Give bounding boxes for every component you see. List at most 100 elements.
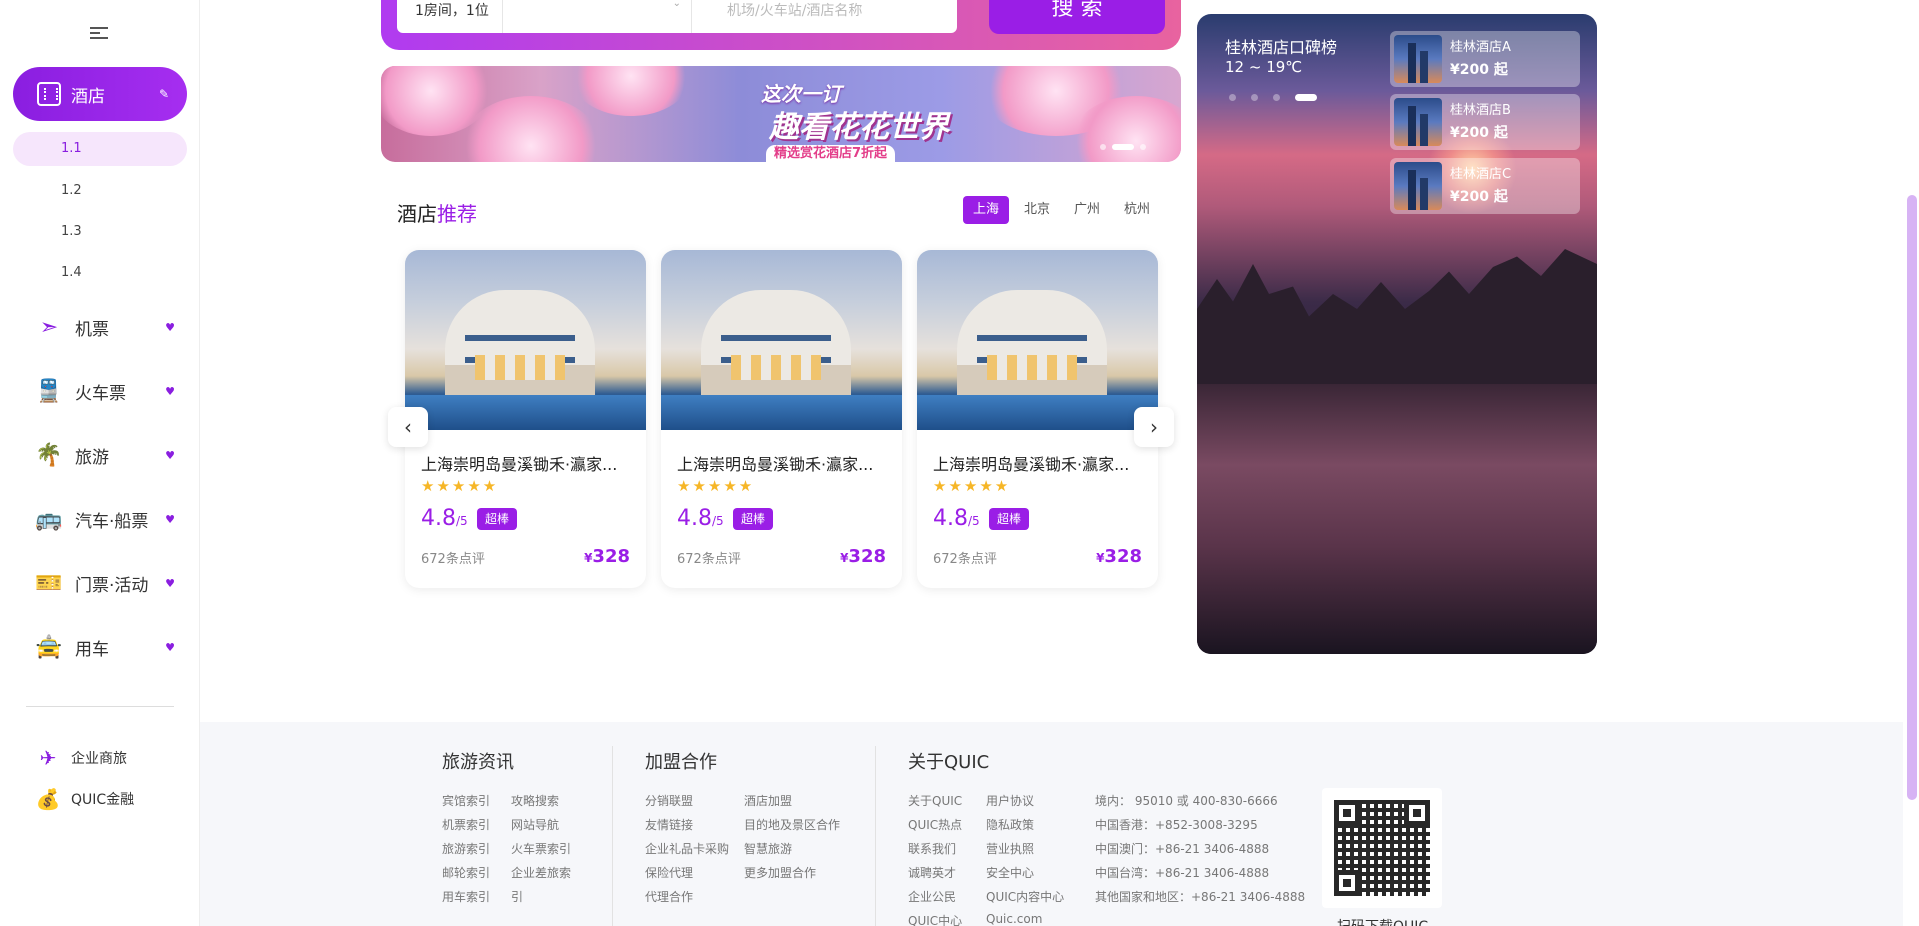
footer-link[interactable]: 酒店加盟: [744, 792, 792, 809]
sidebar-item-flight[interactable]: ➣ 机票 ♥: [35, 307, 175, 347]
hotel-photo: [405, 250, 646, 430]
sidebar: 酒店 ✎ 1.1 1.2 1.3 1.4 ➣ 机票 ♥ 🚆 火车票 ♥ 🌴 旅游…: [0, 0, 200, 926]
footer-link[interactable]: 隐私政策: [986, 816, 1034, 833]
sidebar-item-label: 企业商旅: [71, 751, 127, 767]
chevron-left-icon: ‹: [404, 415, 412, 439]
footer-link[interactable]: QUIC内容中心: [986, 888, 1064, 905]
footer-link[interactable]: 营业执照: [986, 840, 1034, 857]
heart-icon: ♥: [165, 384, 175, 398]
pagination-dot[interactable]: [1100, 144, 1106, 150]
scrollbar-thumb[interactable]: [1907, 195, 1917, 800]
sidebar-item-hotel[interactable]: 酒店 ✎: [13, 67, 187, 121]
carousel-prev-button[interactable]: ‹: [388, 407, 428, 447]
footer-link[interactable]: 网站导航: [511, 816, 559, 833]
footer-link[interactable]: 火车票索引: [511, 840, 571, 857]
ranking-hotel-name: 桂林酒店A: [1450, 40, 1511, 55]
menu-toggle-icon[interactable]: [90, 24, 108, 40]
footer-link[interactable]: 目的地及景区合作: [744, 816, 840, 833]
footer-link[interactable]: QUIC中心: [908, 912, 962, 926]
footer-link[interactable]: 邮轮索引: [442, 864, 490, 881]
chevron-right-icon: ›: [1150, 415, 1158, 439]
sidebar-subitem-1-3[interactable]: 1.3: [13, 215, 187, 249]
footer-link[interactable]: 保险代理: [645, 864, 693, 881]
footer: 旅游资讯 宾馆索引 攻略搜索 机票索引 网站导航 旅游索引 火车票索引 邮轮索引…: [200, 722, 1903, 926]
room-selector[interactable]: ⌄: [502, 0, 692, 33]
hotel-card[interactable]: 上海崇明岛曼溪锄禾·瀛家... ★★★★★ 4.8/5 超棒 672条点评 ¥3…: [917, 250, 1158, 588]
footer-link[interactable]: 用车索引: [442, 888, 490, 905]
pin-icon: ✎: [158, 87, 169, 101]
sidebar-subitem-1-4[interactable]: 1.4: [13, 256, 187, 290]
score-value: 4.8: [933, 506, 968, 531]
qr-caption: 扫码下载QUIC: [1337, 916, 1428, 926]
chevron-down-icon: ⌄: [672, 0, 681, 9]
sidebar-item-travel[interactable]: 🌴 旅游 ♥: [35, 435, 175, 475]
ranking-panel[interactable]: 桂林酒店口碑榜 12 ~ 19℃ 桂林酒店A ¥200 起 桂林酒店B ¥200 起…: [1197, 14, 1597, 654]
pagination-dot[interactable]: [1251, 94, 1258, 101]
footer-link[interactable]: 安全中心: [986, 864, 1034, 881]
pagination-dot[interactable]: [1140, 144, 1146, 150]
city-tab-shanghai[interactable]: 上海: [963, 196, 1010, 224]
banner-tag: 精选赏花酒店7折起: [766, 145, 896, 162]
pagination-dot[interactable]: [1229, 94, 1236, 101]
sidebar-item-finance[interactable]: 💰 QUIC金融: [35, 784, 135, 814]
footer-link[interactable]: Quic.com: [986, 912, 1042, 926]
hotel-score: 4.8/5: [933, 506, 980, 531]
hotel-name: 上海崇明岛曼溪锄禾·瀛家...: [677, 455, 874, 474]
city-tab-hangzhou[interactable]: 杭州: [1124, 196, 1150, 224]
footer-link[interactable]: 旅游索引: [442, 840, 490, 857]
footer-link[interactable]: 智慧旅游: [744, 840, 792, 857]
city-tab-guangzhou[interactable]: 广州: [1074, 196, 1100, 224]
hotel-icon: [37, 82, 61, 106]
pagination-dot-active[interactable]: [1112, 144, 1134, 150]
footer-link[interactable]: 用户协议: [986, 792, 1034, 809]
sidebar-item-car[interactable]: 🚖 用车 ♥: [35, 627, 175, 667]
hotel-card[interactable]: 上海崇明岛曼溪锄禾·瀛家... ★★★★★ 4.8/5 超棒 672条点评 ¥3…: [661, 250, 902, 588]
star-rating: ★★★★★: [933, 477, 1011, 495]
score-unit: /5: [456, 514, 468, 528]
footer-link[interactable]: 关于QUIC: [908, 792, 962, 809]
footer-link[interactable]: 联系我们: [908, 840, 956, 857]
sidebar-item-label: QUIC金融: [71, 792, 135, 808]
sidebar-divider: [26, 706, 174, 707]
city-tab-beijing[interactable]: 北京: [1024, 196, 1050, 224]
footer-link[interactable]: 更多加盟合作: [744, 864, 816, 881]
ranking-hotel-price: ¥200 起: [1450, 125, 1508, 141]
contact-line: 中国澳门：+86-21 3406-4888: [1095, 842, 1270, 856]
room-guest-value[interactable]: 1房间，1位: [415, 0, 489, 20]
hotel-thumbnail: [1394, 162, 1442, 210]
ranking-hotel-item[interactable]: 桂林酒店B ¥200 起: [1390, 94, 1580, 150]
footer-link[interactable]: 引: [511, 888, 523, 905]
sidebar-subitem-1-1[interactable]: 1.1: [13, 132, 187, 166]
karst-hills-decoration: [1197, 249, 1597, 399]
sidebar-subitem-1-2[interactable]: 1.2: [13, 174, 187, 208]
footer-link[interactable]: 企业差旅索: [511, 864, 571, 881]
contact-line: 其他国家和地区：+86-21 3406-4888: [1095, 890, 1306, 904]
hotel-price: ¥328: [1096, 546, 1142, 567]
keyword-input[interactable]: 机场/火车站/酒店名称: [727, 0, 862, 20]
footer-link[interactable]: 机票索引: [442, 816, 490, 833]
search-button[interactable]: 搜 索: [989, 0, 1165, 34]
hotel-card[interactable]: 上海崇明岛曼溪锄禾·瀛家... ★★★★★ 4.8/5 超棒 672条点评 ¥3…: [405, 250, 646, 588]
sidebar-item-train[interactable]: 🚆 火车票 ♥: [35, 371, 175, 411]
ranking-hotel-item[interactable]: 桂林酒店A ¥200 起: [1390, 31, 1580, 87]
footer-link[interactable]: 代理合作: [645, 888, 693, 905]
footer-link[interactable]: 友情链接: [645, 816, 693, 833]
ranking-hotel-item[interactable]: 桂林酒店C ¥200 起: [1390, 158, 1580, 214]
footer-link[interactable]: 诚聘英才: [908, 864, 956, 881]
footer-link[interactable]: 宾馆索引: [442, 792, 490, 809]
blossom-decoration: [571, 66, 691, 116]
pagination-dot[interactable]: [1273, 94, 1280, 101]
carousel-next-button[interactable]: ›: [1134, 407, 1174, 447]
sidebar-item-tickets[interactable]: 🎫 门票·活动 ♥: [35, 563, 175, 603]
heart-icon: ♥: [165, 576, 175, 590]
sidebar-item-bus[interactable]: 🚌 汽车·船票 ♥: [35, 499, 175, 539]
star-rating: ★★★★★: [677, 477, 755, 495]
sidebar-item-business-travel[interactable]: ✈ 企业商旅: [35, 743, 127, 773]
footer-link[interactable]: 攻略搜索: [511, 792, 559, 809]
footer-link[interactable]: QUIC热点: [908, 816, 962, 833]
footer-link[interactable]: 企业礼品卡采购: [645, 840, 729, 857]
footer-link[interactable]: 分销联盟: [645, 792, 693, 809]
footer-link[interactable]: 企业公民: [908, 888, 956, 905]
pagination-dot-active[interactable]: [1295, 94, 1317, 101]
promo-banner[interactable]: 这次一订 趣看花花世界 精选赏花酒店7折起: [381, 66, 1181, 162]
